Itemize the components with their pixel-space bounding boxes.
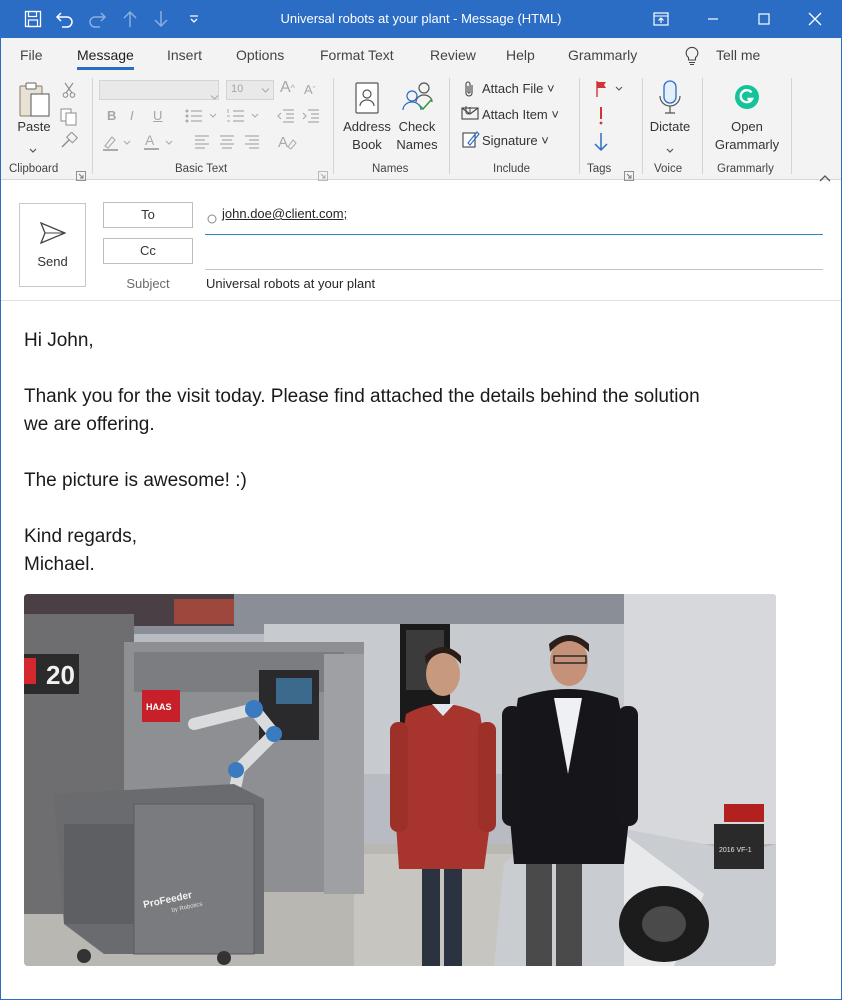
lightbulb-icon (684, 46, 700, 70)
ribbon: Paste Clipboard 10 A^ Aˇ B I U A A Basic… (0, 72, 842, 182)
tags-group-label: Tags (587, 163, 612, 175)
machine-brand: HAAS (146, 702, 172, 712)
tab-message[interactable]: Message (77, 47, 134, 70)
basic-text-group-label: Basic Text (175, 163, 228, 175)
maximize-button[interactable] (741, 0, 787, 38)
embedded-photo[interactable]: 20 HAAS ProFeeder by Robotics 2016 VF-1 (24, 594, 776, 966)
copy-icon[interactable] (60, 108, 78, 130)
close-button[interactable] (792, 0, 838, 38)
open-grammarly-button[interactable]: Open Grammarly (708, 118, 786, 154)
attach-item-button[interactable]: Attach Item ˅ (482, 106, 559, 124)
body-line-3: The picture is awesome! :) (24, 470, 247, 491)
tell-me-search[interactable]: Tell me (716, 47, 760, 63)
clear-formatting-icon[interactable]: A (277, 132, 297, 156)
banner-label: 2016 VF-1 (719, 847, 752, 854)
highlight-icon[interactable] (102, 134, 132, 156)
body-signature: Michael. (24, 554, 95, 575)
cut-icon[interactable] (62, 82, 76, 102)
align-left-icon[interactable] (194, 134, 210, 154)
align-right-icon[interactable] (244, 134, 260, 154)
dictate-button[interactable]: Dictate (645, 118, 695, 136)
clipboard-group-label: Clipboard (9, 163, 59, 175)
body-closing: Kind regards, (24, 526, 138, 547)
font-size-box[interactable]: 10 (226, 80, 274, 100)
cc-field[interactable] (205, 241, 823, 265)
ribbon-display-options-icon[interactable] (638, 0, 684, 38)
cc-field-underline (205, 269, 823, 270)
italic-button[interactable]: I (130, 107, 134, 125)
paste-dropdown-icon[interactable] (28, 140, 38, 159)
cc-button[interactable]: Cc (103, 238, 193, 264)
to-field-underline (205, 234, 823, 235)
paste-button[interactable]: Paste (14, 118, 54, 136)
ribbon-tabs: File Message Insert Options Format Text … (0, 38, 842, 72)
tab-format-text[interactable]: Format Text (320, 47, 394, 63)
format-painter-icon[interactable] (60, 131, 79, 154)
send-icon (39, 221, 67, 248)
minimize-button[interactable] (690, 0, 736, 38)
bullets-icon[interactable] (184, 108, 218, 128)
attach-file-icon (462, 80, 476, 102)
collapse-ribbon-icon[interactable] (819, 167, 831, 186)
decrease-indent-icon[interactable] (277, 108, 295, 128)
grammarly-icon[interactable] (734, 84, 760, 114)
bold-button[interactable]: B (107, 107, 116, 125)
to-button[interactable]: To (103, 202, 193, 228)
title-bar: Universal robots at your plant - Message… (0, 0, 842, 38)
body-line-1: Thank you for the visit today. Please fi… (24, 386, 700, 407)
numbering-icon[interactable] (226, 108, 260, 128)
grow-font-icon[interactable]: A^ (280, 79, 295, 97)
attach-item-icon (461, 105, 479, 125)
font-size-value: 10 (231, 83, 244, 95)
increase-indent-icon[interactable] (302, 108, 320, 128)
tab-file[interactable]: File (20, 47, 43, 63)
body-line-2: we are offering. (24, 414, 155, 435)
send-button[interactable]: Send (19, 203, 86, 287)
font-color-icon[interactable]: A (143, 132, 175, 156)
follow-up-flag-icon[interactable] (594, 80, 624, 102)
voice-group-label: Voice (654, 163, 683, 175)
align-center-icon[interactable] (219, 134, 235, 154)
body-greeting: Hi John, (24, 330, 94, 351)
header-divider (0, 300, 842, 301)
dictate-dropdown-icon[interactable] (665, 140, 675, 159)
tab-help[interactable]: Help (506, 47, 535, 63)
check-names-icon[interactable] (400, 80, 434, 118)
signature-icon (462, 130, 480, 152)
tab-grammarly[interactable]: Grammarly (568, 47, 637, 63)
address-book-icon[interactable] (354, 82, 380, 118)
basic-text-launcher-icon[interactable] (318, 166, 328, 185)
attach-file-button[interactable]: Attach File ˅ (482, 80, 555, 98)
to-recipient[interactable]: john.doe@client.com; (222, 206, 347, 221)
subject-field[interactable]: Universal robots at your plant (206, 276, 375, 291)
names-group-label: Names (372, 163, 409, 175)
low-importance-icon[interactable] (593, 132, 609, 156)
clipboard-launcher-icon[interactable] (76, 166, 86, 185)
tags-launcher-icon[interactable] (624, 166, 634, 185)
shrink-font-icon[interactable]: Aˇ (304, 81, 316, 99)
subject-label: Subject (126, 276, 170, 291)
tab-options[interactable]: Options (236, 47, 284, 63)
contact-presence-icon (207, 209, 217, 228)
high-importance-icon[interactable] (597, 106, 605, 130)
include-group-label: Include (493, 163, 531, 175)
tab-insert[interactable]: Insert (167, 47, 202, 63)
underline-button[interactable]: U (153, 107, 162, 125)
signature-button[interactable]: Signature ˅ (482, 132, 549, 150)
svg-text:A: A (278, 134, 288, 151)
send-label: Send (37, 254, 68, 269)
tab-review[interactable]: Review (430, 47, 476, 63)
address-book-button[interactable]: Address Book (340, 118, 394, 154)
svg-text:A: A (145, 132, 155, 148)
check-names-button[interactable]: Check Names (392, 118, 442, 154)
font-name-box[interactable] (99, 80, 219, 100)
font-name-dropdown-icon[interactable] (210, 86, 219, 105)
machine-number: 20 (46, 660, 75, 690)
microphone-icon[interactable] (657, 80, 683, 120)
grammarly-group-label: Grammarly (717, 163, 774, 175)
